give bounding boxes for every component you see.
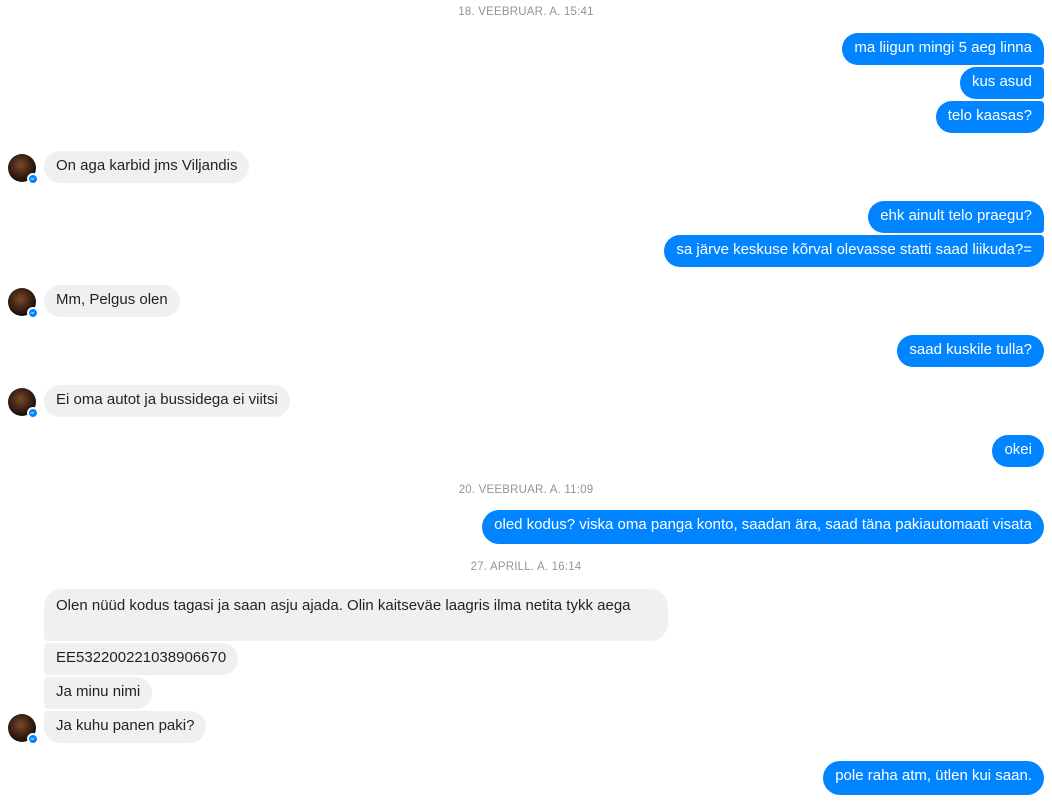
outgoing-message[interactable]: telo kaasas? <box>935 101 1044 133</box>
messenger-badge-icon <box>27 307 39 319</box>
incoming-message[interactable]: Ja minu nimi <box>44 677 153 709</box>
contact-avatar[interactable] <box>8 154 39 185</box>
outgoing-message[interactable]: ma liigun mingi 5 aeg linna <box>842 33 1044 65</box>
incoming-message[interactable]: Ja kuhu panen paki? <box>44 711 207 743</box>
incoming-message[interactable]: Ei oma autot ja bussidega ei viitsi <box>44 385 290 417</box>
messenger-badge-icon <box>27 733 39 745</box>
outgoing-message[interactable]: sa järve keskuse kõrval olevasse statti … <box>664 235 1044 267</box>
contact-avatar[interactable] <box>8 714 39 745</box>
incoming-message[interactable]: Mm, Pelgus olen <box>44 285 180 317</box>
incoming-message[interactable]: On aga karbid jms Viljandis <box>44 151 250 183</box>
outgoing-message[interactable]: kus asud <box>959 67 1044 99</box>
timestamp-divider: 27. APRILL. A. 16:14 <box>470 561 582 573</box>
timestamp-divider: 20. VEEBRUAR. A. 11:09 <box>458 484 594 496</box>
contact-avatar[interactable] <box>8 288 39 319</box>
contact-avatar[interactable] <box>8 388 39 419</box>
outgoing-message[interactable]: saad kuskile tulla? <box>897 335 1044 367</box>
outgoing-message[interactable]: oled kodus? viska oma panga konto, saada… <box>482 510 1044 544</box>
timestamp-divider: 18. VEEBRUAR. A. 15:41 <box>458 6 594 18</box>
messenger-badge-icon <box>27 407 39 419</box>
incoming-message[interactable]: EE532200221038906670 <box>44 643 239 675</box>
outgoing-message[interactable]: okei <box>992 435 1044 467</box>
incoming-message[interactable]: Olen nüüd kodus tagasi ja saan asju ajad… <box>44 589 668 641</box>
outgoing-message[interactable]: pole raha atm, ütlen kui saan. <box>823 761 1044 795</box>
outgoing-message[interactable]: ehk ainult telo praegu? <box>868 201 1044 233</box>
messenger-badge-icon <box>27 173 39 185</box>
